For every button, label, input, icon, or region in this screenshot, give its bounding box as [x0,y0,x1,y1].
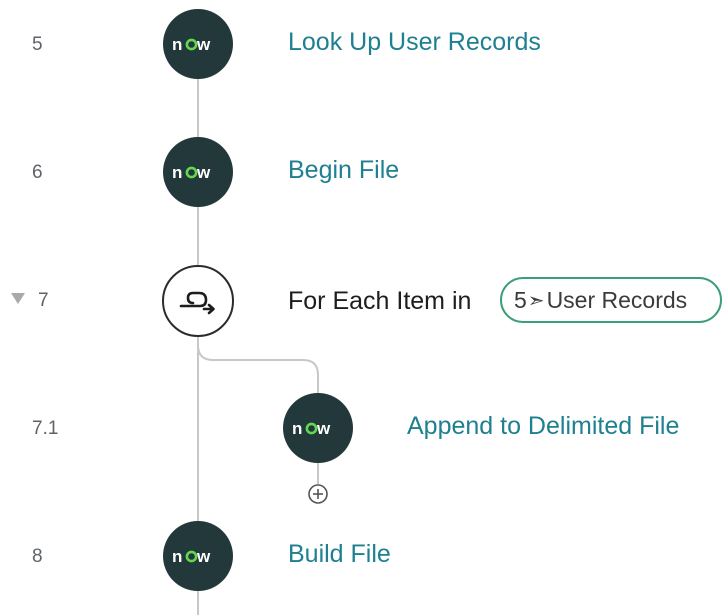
plus-circle-icon[interactable] [307,483,329,505]
now-logo-mark: n w [292,419,331,438]
data-pill-step-ref: 5 [514,286,527,313]
svg-text:w: w [196,547,211,566]
step-number: 8 [32,546,43,567]
loop-icon [162,265,234,337]
data-pill-arrow-icon: ➣ [527,289,545,312]
svg-text:n: n [292,419,302,438]
svg-text:n: n [172,35,182,54]
step-title: For Each Item in [288,287,472,315]
now-logo-mark: n w [172,163,211,182]
data-pill-label: User Records [546,286,688,313]
svg-text:w: w [196,35,211,54]
servicenow-logo-icon: n w [163,9,233,79]
svg-text:w: w [196,163,211,182]
now-logo-mark: n w [172,35,211,54]
servicenow-logo-icon: n w [163,521,233,591]
step-number: 5 [32,34,43,55]
servicenow-logo-icon: n w [163,137,233,207]
collapse-triangle-icon[interactable] [11,293,25,304]
step-number: 6 [32,162,43,183]
step-number: 7.1 [32,418,59,439]
step-title-link[interactable]: Begin File [288,156,399,185]
step-title-link[interactable]: Build File [288,540,391,569]
step-title-link[interactable]: Append to Delimited File [407,412,679,441]
now-logo-mark: n w [172,547,211,566]
servicenow-logo-icon: n w [283,393,353,463]
data-pill-user-records[interactable]: 5 ➣ User Records [500,277,722,323]
step-title-link[interactable]: Look Up User Records [288,28,541,57]
step-number: 7 [38,290,49,311]
svg-text:n: n [172,547,182,566]
svg-text:n: n [172,163,182,182]
svg-text:w: w [316,419,331,438]
loop-arrow-glyph [179,291,215,315]
